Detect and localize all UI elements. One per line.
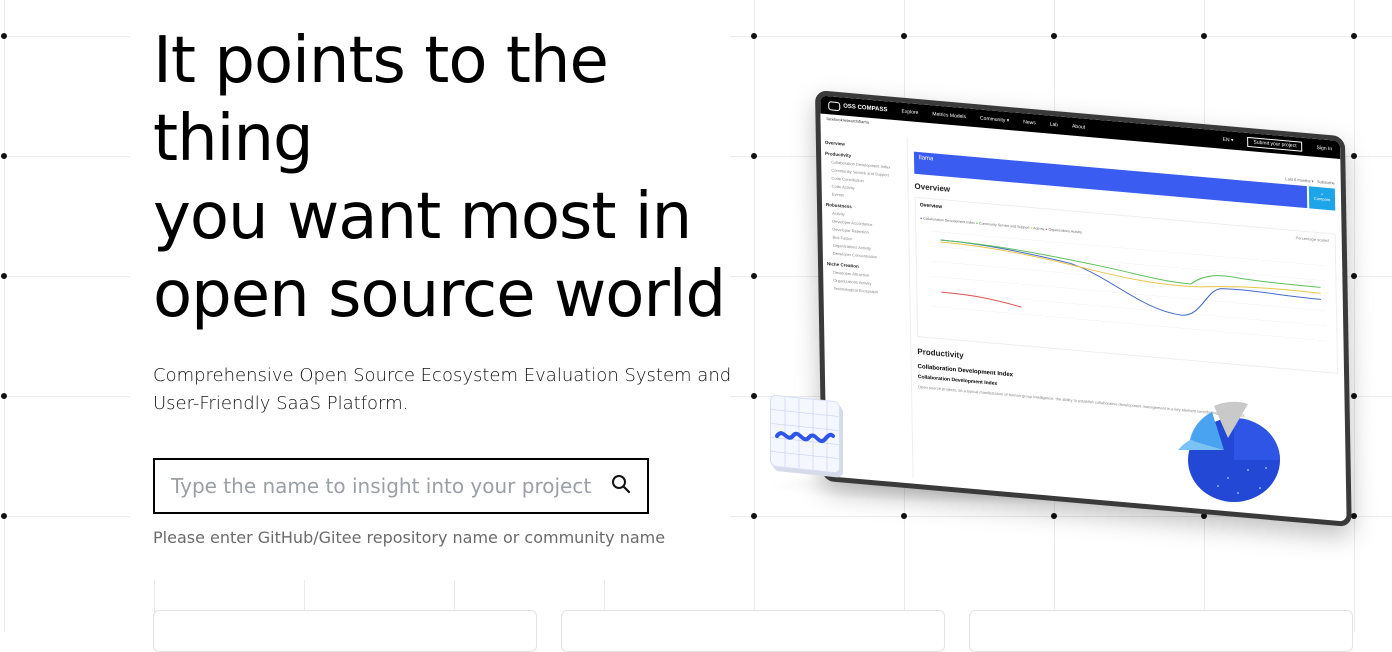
search-icon	[611, 474, 631, 499]
mockup-nav-item: Lab	[1049, 121, 1059, 129]
grid-dot	[1051, 33, 1057, 39]
mockup-lang: EN ▾	[1222, 136, 1234, 144]
mockup-compare: + Compare	[1308, 186, 1336, 211]
product-mockup: OSS COMPASS Explore Metrics Models Commu…	[745, 80, 1385, 528]
compass-logo-icon	[828, 100, 841, 111]
mockup-chart-panel: Overview Percentage scaled ● Collaborati…	[914, 196, 1339, 374]
pie-chart-decoration	[1168, 398, 1288, 508]
grid-line	[4, 0, 5, 632]
grid-dot	[1, 33, 7, 39]
mockup-nav-item: News	[1023, 119, 1036, 127]
wave-chart-decoration	[770, 394, 840, 474]
feature-card[interactable]	[969, 610, 1353, 652]
mockup-nav-item: Metrics Models	[932, 111, 967, 121]
mockup-line-chart	[930, 230, 1327, 342]
mockup-logo: OSS COMPASS	[828, 100, 888, 115]
grid-dot	[1, 513, 7, 519]
grid-dot	[901, 33, 907, 39]
feature-card[interactable]	[153, 610, 537, 652]
mockup-nav-item: About	[1072, 123, 1086, 131]
grid-dot	[1, 153, 7, 159]
mockup-nav-item: Explore	[901, 108, 919, 117]
mockup-signin: Sign In	[1316, 144, 1333, 153]
feature-card[interactable]	[561, 610, 945, 652]
search-hint: Please enter GitHub/Gitee repository nam…	[153, 528, 666, 547]
grid-dot	[1201, 33, 1207, 39]
mockup-nav-item: Community ▾	[979, 115, 1010, 125]
search-input[interactable]	[155, 460, 595, 512]
mockup-submit: Submit your project	[1247, 136, 1303, 152]
grid-dot	[1, 393, 7, 399]
search-button[interactable]	[595, 460, 647, 512]
hero-subtitle: Comprehensive Open Source Ecosystem Eval…	[153, 365, 732, 414]
grid-dot	[751, 33, 757, 39]
search-box	[153, 458, 649, 514]
grid-dot	[1, 273, 7, 279]
grid-dot	[1351, 33, 1357, 39]
hero-title: It points to the thing you want most in …	[153, 24, 726, 332]
